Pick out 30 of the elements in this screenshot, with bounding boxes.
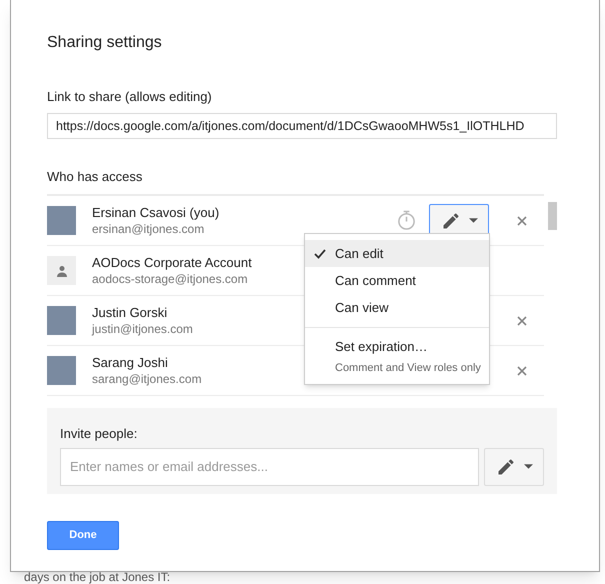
menu-item[interactable]: Can view: [305, 294, 489, 321]
person-name: Ersinan Csavosi (you): [92, 204, 220, 221]
close-icon[interactable]: [515, 314, 529, 328]
caret-icon: [468, 218, 478, 223]
link-field[interactable]: https://docs.google.com/a/itjones.com/document/d/1DCsGwaooMHW5s1_IlOTHLHD: [47, 112, 557, 138]
dialog-title: Sharing settings: [47, 33, 163, 53]
field-label: Link to share (allows editing): [47, 88, 213, 106]
pencil-icon: [496, 456, 516, 476]
person-email: sarang@itjones.com: [92, 371, 202, 387]
field-label: Invite people:: [60, 425, 138, 443]
person-email: ersinan@itjones.com: [92, 221, 204, 237]
close-icon[interactable]: [515, 214, 529, 228]
check-icon: [314, 248, 326, 258]
menu-item[interactable]: Set expiration…: [305, 334, 489, 360]
menu-item[interactable]: Can edit: [305, 240, 489, 267]
caret-icon: [524, 464, 532, 469]
menu-item[interactable]: Can comment: [305, 267, 489, 294]
background-text: days on the job at Jones IT:: [24, 571, 170, 584]
person-name: Sarang Joshi: [92, 354, 168, 371]
person-name: AODocs Corporate Account: [92, 254, 252, 271]
pencil-icon: [440, 210, 460, 230]
timer-icon[interactable]: [397, 210, 416, 231]
section-label: Who has access: [47, 168, 144, 186]
person-email: justin@itjones.com: [92, 321, 193, 337]
scrollbar-thumb[interactable]: [548, 202, 557, 230]
close-icon[interactable]: [515, 364, 529, 378]
invite-field[interactable]: Enter names or email addresses...: [60, 448, 479, 486]
menu-note: Comment and View roles only: [334, 361, 482, 376]
person-name: Justin Gorski: [92, 304, 168, 321]
person-email: aodocs-storage@itjones.com: [92, 271, 248, 287]
